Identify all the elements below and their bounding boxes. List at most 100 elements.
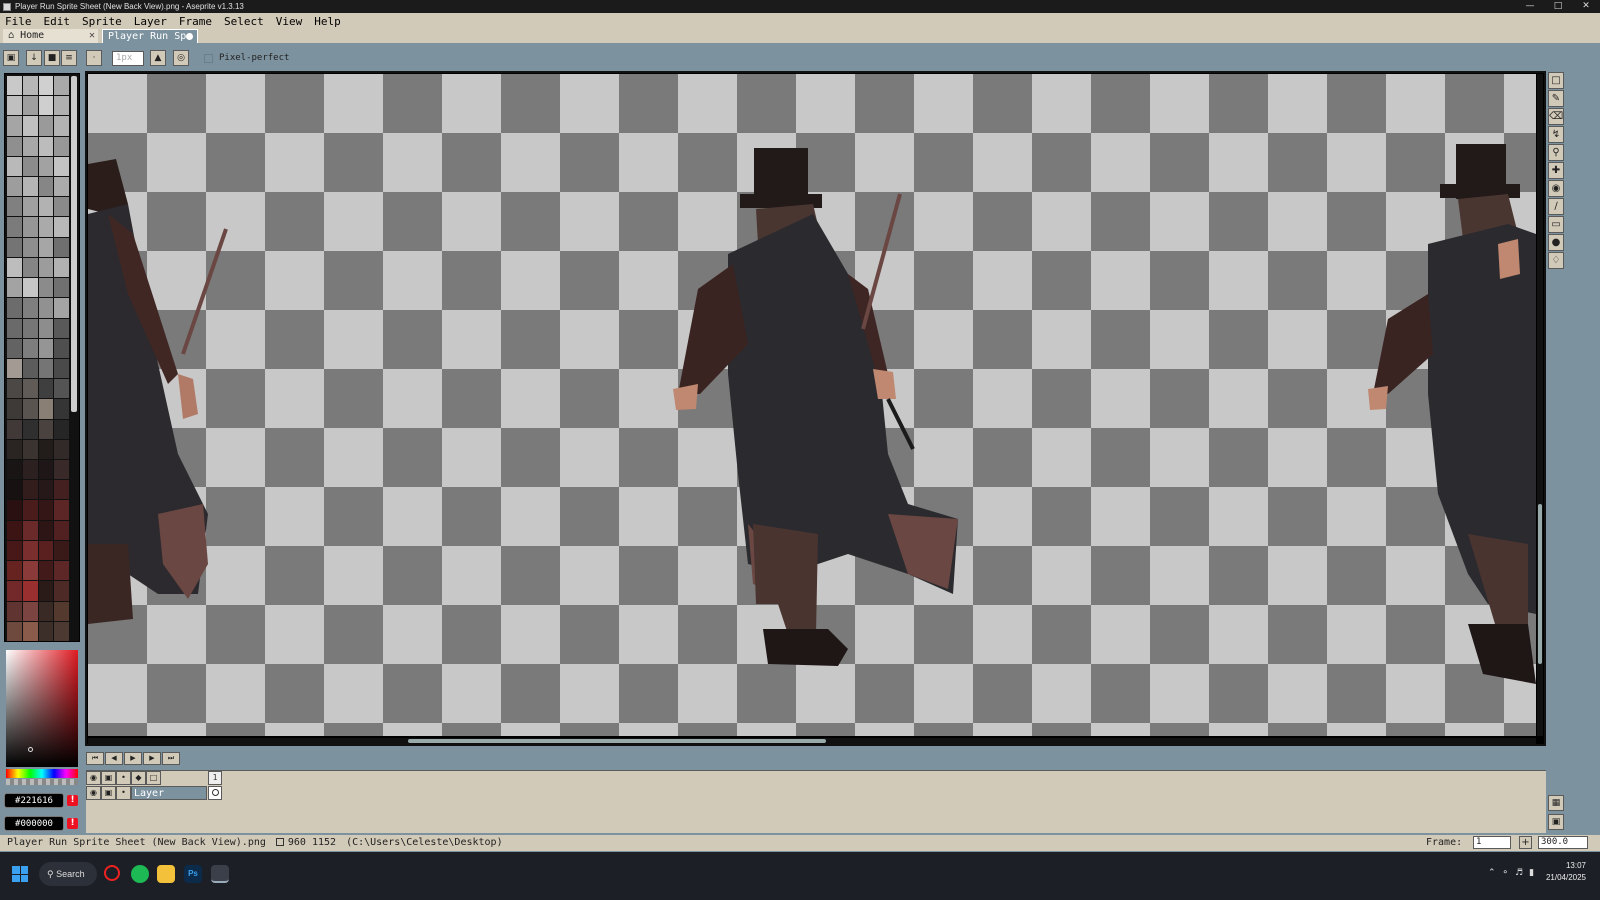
palette-swatch[interactable]: [38, 480, 54, 500]
foreground-color-button[interactable]: #221616: [4, 793, 64, 808]
palette-swatch[interactable]: [7, 480, 22, 500]
palette-swatch[interactable]: [54, 561, 69, 581]
palette-swatch[interactable]: [7, 96, 22, 116]
palette-swatch[interactable]: [54, 439, 69, 460]
palette-swatch[interactable]: [54, 379, 69, 399]
palette-swatch[interactable]: [38, 601, 54, 621]
palette-swatch[interactable]: [54, 237, 69, 257]
palette-swatch[interactable]: [22, 439, 38, 460]
palette-swatch[interactable]: [54, 298, 69, 318]
marquee-tool-icon[interactable]: □: [1548, 72, 1564, 89]
last-frame-icon[interactable]: ⏭: [162, 752, 180, 765]
palette-swatch[interactable]: [54, 96, 69, 116]
previous-frame-icon[interactable]: ◀: [105, 752, 123, 765]
menu-help[interactable]: Help: [314, 15, 341, 28]
palette-swatch[interactable]: [38, 399, 54, 419]
palette-swatch[interactable]: [54, 318, 69, 338]
palette-swatch[interactable]: [22, 136, 38, 156]
menu-view[interactable]: View: [276, 15, 303, 28]
palette-swatch[interactable]: [54, 257, 69, 278]
palette-swatch[interactable]: [38, 156, 54, 177]
background-color-button[interactable]: #000000: [4, 816, 64, 831]
palette-swatch[interactable]: [22, 257, 38, 278]
palette-swatch[interactable]: [54, 520, 69, 540]
palette-swatch[interactable]: [38, 257, 54, 278]
alpha-slider[interactable]: [6, 779, 78, 785]
palette-swatch[interactable]: [38, 96, 54, 116]
palette-swatch[interactable]: [22, 197, 38, 217]
palette-swatch[interactable]: [38, 621, 54, 641]
palette-swatch[interactable]: [54, 601, 69, 621]
palette-swatch[interactable]: [22, 156, 38, 177]
photoshop-icon[interactable]: Ps: [184, 865, 202, 883]
lock-header-icon[interactable]: ▣: [101, 771, 116, 785]
close-tab-icon[interactable]: ✕: [89, 29, 95, 43]
palette-swatch[interactable]: [38, 358, 54, 379]
hue-slider[interactable]: [6, 769, 78, 778]
cel-layer-frame-1[interactable]: [208, 786, 222, 800]
brush-size-input[interactable]: 1px: [112, 51, 144, 66]
palette-swatch[interactable]: [22, 540, 38, 561]
palette-swatch[interactable]: [54, 419, 69, 439]
continuous-header-icon[interactable]: •: [116, 771, 131, 785]
layer-lock-icon[interactable]: ▣: [101, 786, 116, 800]
palette-swatch[interactable]: [7, 177, 22, 197]
palette-swatch[interactable]: [7, 136, 22, 156]
ink-type-icon[interactable]: ▲: [150, 50, 166, 66]
menu-layer[interactable]: Layer: [134, 15, 167, 28]
palette-swatch[interactable]: [22, 379, 38, 399]
palette-swatch[interactable]: [7, 621, 22, 641]
palette-swatch[interactable]: [7, 76, 22, 96]
palette-swatch[interactable]: [7, 237, 22, 257]
palette-swatch[interactable]: [54, 338, 69, 358]
palette-swatch[interactable]: [38, 581, 54, 601]
palette-swatch[interactable]: [54, 177, 69, 197]
palette-swatch[interactable]: [7, 298, 22, 318]
palette-swatch[interactable]: [22, 298, 38, 318]
palette-swatch[interactable]: [38, 318, 54, 338]
battery-icon[interactable]: ▮: [1529, 868, 1534, 878]
brush-type-line-icon[interactable]: ≡: [61, 50, 77, 66]
palette-swatch[interactable]: [38, 500, 54, 520]
palette-swatch[interactable]: [38, 460, 54, 480]
palette-swatch[interactable]: [38, 197, 54, 217]
next-frame-icon[interactable]: ▶: [143, 752, 161, 765]
taskbar-search[interactable]: ⚲ Search: [39, 862, 97, 886]
minimize-button[interactable]: —: [1516, 0, 1544, 13]
new-frame-plus-icon[interactable]: +: [1519, 836, 1532, 849]
pencil-tool-icon[interactable]: ✎: [1548, 90, 1564, 107]
palette-swatch[interactable]: [54, 540, 69, 561]
timeline-config-icon[interactable]: ▦: [1548, 795, 1564, 811]
menu-select[interactable]: Select: [224, 15, 264, 28]
warning-icon[interactable]: !: [67, 818, 78, 829]
palette-swatch[interactable]: [22, 601, 38, 621]
frame-input[interactable]: 1: [1473, 836, 1511, 849]
palette-swatch[interactable]: [38, 298, 54, 318]
warning-icon[interactable]: !: [67, 795, 78, 806]
palette-swatch[interactable]: [7, 601, 22, 621]
palette-swatch[interactable]: [38, 419, 54, 439]
palette-swatch[interactable]: [38, 338, 54, 358]
palette-swatch[interactable]: [38, 520, 54, 540]
color-picker-area[interactable]: [6, 650, 78, 767]
palette-swatch[interactable]: [54, 460, 69, 480]
palette-swatch[interactable]: [54, 156, 69, 177]
line-tool-icon[interactable]: ∕: [1548, 198, 1564, 215]
palette-swatch[interactable]: [38, 217, 54, 237]
layer-row[interactable]: ◉ ▣ • Layer: [86, 786, 207, 800]
menu-file[interactable]: File: [5, 15, 32, 28]
brush-type-square-icon[interactable]: ■: [44, 50, 60, 66]
palette-swatch[interactable]: [38, 76, 54, 96]
palette-swatch[interactable]: [22, 480, 38, 500]
palette-swatch[interactable]: [38, 561, 54, 581]
palette-swatch[interactable]: [7, 257, 22, 278]
canvas-horizontal-scrollbar[interactable]: [88, 738, 1536, 744]
palette-swatch[interactable]: [22, 177, 38, 197]
palette-swatch[interactable]: [7, 197, 22, 217]
palette-swatch[interactable]: [22, 581, 38, 601]
palette-swatch[interactable]: [7, 419, 22, 439]
palette-swatch[interactable]: [54, 76, 69, 96]
palette-swatch[interactable]: [54, 217, 69, 237]
palette-swatch[interactable]: [22, 399, 38, 419]
palette-swatch[interactable]: [54, 197, 69, 217]
